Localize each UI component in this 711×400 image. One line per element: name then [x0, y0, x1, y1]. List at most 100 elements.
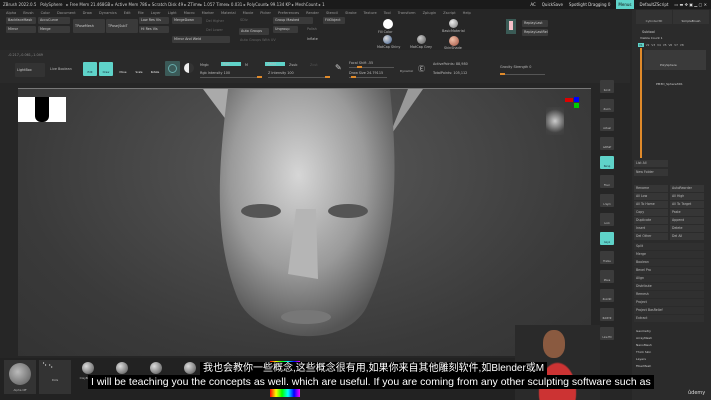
section-nanomesh[interactable]: NanoMesh — [636, 343, 652, 347]
backface-mask-button[interactable]: BackfaceMask — [6, 17, 36, 24]
alpha-slot[interactable]: Alpha Off — [4, 360, 36, 394]
dynamic-button[interactable]: Dynamic — [400, 69, 413, 73]
menu-zplugin[interactable]: Zplugin — [423, 9, 437, 17]
extract-button[interactable]: Extract — [634, 315, 704, 322]
sdiv-slider[interactable]: SDiv — [240, 18, 248, 22]
rgb-intensity-slider[interactable]: Rgb Intensity 100 — [200, 71, 230, 75]
replay-icon[interactable] — [506, 19, 516, 34]
quicksave-button[interactable]: QuickSave — [542, 0, 563, 9]
draw-button[interactable]: Draw — [99, 62, 113, 76]
shelf-scroll[interactable]: Scroll — [600, 80, 614, 93]
section-layers[interactable]: Layers — [636, 357, 646, 361]
skinshade-icon[interactable] — [449, 36, 459, 46]
menu-macro[interactable]: Macro — [184, 9, 195, 17]
all-low-button[interactable]: All Low — [634, 193, 668, 200]
auto-groups-button[interactable]: Auto Groups — [239, 28, 269, 35]
edit-button[interactable]: Edit — [83, 62, 97, 76]
list-all-button[interactable]: List All — [634, 160, 668, 167]
tab-v8[interactable]: V8 — [680, 43, 684, 47]
new-folder-button[interactable]: New Folder — [634, 169, 668, 176]
stroke-slot[interactable]: ⠑⠢ Dots — [39, 360, 71, 394]
live-boolean-button[interactable]: Live Boolean — [50, 67, 72, 71]
append-button[interactable]: Append — [670, 217, 704, 224]
z-intensity-slider[interactable]: Z Intensity 100 — [268, 71, 294, 75]
menu-preferences[interactable]: Preferences — [278, 9, 299, 17]
tab-v1[interactable]: V1 — [638, 43, 644, 47]
duplicate-button[interactable]: Duplicate — [634, 217, 668, 224]
section-arraymesh[interactable]: ArrayMesh — [636, 336, 652, 340]
cylinder3d-tool[interactable]: Cylinder3D — [636, 10, 672, 24]
all-high-button[interactable]: All High — [670, 193, 704, 200]
shelf-line-fill[interactable]: Line Fill — [600, 327, 614, 340]
bevel-pro-button[interactable]: Bevel Pro — [634, 267, 704, 274]
menu-zscript[interactable]: Zscript — [443, 9, 455, 17]
matcap-grey-icon[interactable] — [417, 35, 426, 44]
mergedown-button[interactable]: MergeDown — [172, 17, 202, 24]
menu-transform[interactable]: Transform — [398, 9, 416, 17]
menu-help[interactable]: Help — [463, 9, 471, 17]
shelf-zoomd[interactable]: ZoomD — [600, 289, 614, 302]
menu-marker[interactable]: Marker — [202, 9, 214, 17]
section-fibermesh[interactable]: FiberMesh — [636, 364, 651, 368]
shelf-actual[interactable]: Actual — [600, 118, 614, 131]
menu-color[interactable]: Color — [41, 9, 50, 17]
canvas-viewport[interactable] — [18, 88, 591, 356]
visible-count-slider[interactable]: Visible Count 1 — [640, 36, 663, 40]
auto-groups-uv-button[interactable]: Auto Groups With UV — [240, 38, 276, 42]
head-sculpt[interactable] — [18, 89, 591, 356]
menu-material[interactable]: Material — [221, 9, 236, 17]
subtool-item-sphere[interactable]: PM3D_Sphere3D1 — [644, 72, 706, 90]
shelf-persp[interactable]: Persp — [600, 156, 614, 169]
merge-button[interactable]: Merge — [634, 251, 704, 258]
texture-icon[interactable] — [184, 63, 194, 73]
ungroup-button[interactable]: Ungroup — [273, 26, 298, 33]
menu-layer[interactable]: Layer — [151, 9, 161, 17]
spotlight-slider[interactable]: Spotlight Dragging 0 — [569, 0, 611, 9]
menu-alpha[interactable]: Alpha — [6, 9, 16, 17]
section-geometry[interactable]: Geometry — [636, 329, 651, 333]
del-higher-button[interactable]: Del Higher — [206, 19, 224, 23]
material-sphere-icon[interactable] — [165, 61, 180, 76]
zsub-button[interactable]: Zsub — [289, 63, 297, 67]
tpose-subt-button[interactable]: TPose|SubT — [106, 19, 138, 33]
subtool-item-polysphere[interactable]: PolySphere — [644, 50, 706, 70]
rename-button[interactable]: Rename — [634, 185, 668, 192]
tposemesh-button[interactable]: TPoseMesh — [73, 19, 105, 33]
zadd-button[interactable]: Zadd — [265, 62, 285, 66]
basic-material-icon[interactable] — [449, 19, 458, 28]
delete-button[interactable]: Delete — [670, 225, 704, 232]
subtool-scrollbar[interactable] — [640, 48, 642, 158]
polish-slider[interactable]: Polish — [307, 27, 317, 31]
project-button[interactable]: Project — [634, 299, 704, 306]
shelf-move[interactable]: Move — [600, 270, 614, 283]
paste-button[interactable]: Paste — [670, 209, 704, 216]
all-to-home-button[interactable]: All To Home — [634, 201, 668, 208]
section-thick-skin[interactable]: Thick Skin — [636, 350, 651, 354]
menu-stroke[interactable]: Stroke — [345, 9, 356, 17]
rotate-button[interactable]: Rotate — [148, 62, 162, 76]
merge-button[interactable]: Merge — [38, 26, 70, 33]
menu-movie[interactable]: Movie — [243, 9, 254, 17]
fillobject-button[interactable]: FillObject — [323, 17, 345, 24]
shelf-frame[interactable]: Frame — [600, 251, 614, 264]
all-to-target-button[interactable]: All To Target — [670, 201, 704, 208]
scale-button[interactable]: Scale — [132, 62, 146, 76]
mirror-and-weld-button[interactable]: Mirror And Weld — [172, 36, 230, 43]
zcut-button[interactable]: Zcut — [310, 63, 318, 67]
shelf-l-sym[interactable]: L.Sym — [600, 194, 614, 207]
tab-v2[interactable]: V2 — [646, 43, 650, 47]
mirror-button[interactable]: Mirror — [6, 26, 36, 33]
menu-picker[interactable]: Picker — [260, 9, 271, 17]
shelf-lock[interactable]: Lock — [600, 213, 614, 226]
split-button[interactable]: Split — [634, 243, 704, 250]
draw-size-slider[interactable]: Draw Size 24.79115 — [349, 71, 383, 75]
shelf-rotxyz[interactable]: RotXYZ — [600, 308, 614, 321]
shelf-floor[interactable]: Floor — [600, 175, 614, 188]
remesh-button[interactable]: Remesh — [634, 291, 704, 298]
group-masked-button[interactable]: Group Masked — [273, 17, 313, 24]
tab-v6[interactable]: V6 — [669, 43, 673, 47]
shelf-zoom[interactable]: Zoom — [600, 99, 614, 112]
menu-brush[interactable]: Brush — [23, 9, 33, 17]
del-other-button[interactable]: Del Other — [634, 233, 668, 240]
del-lower-button[interactable]: Del Lower — [206, 28, 223, 32]
